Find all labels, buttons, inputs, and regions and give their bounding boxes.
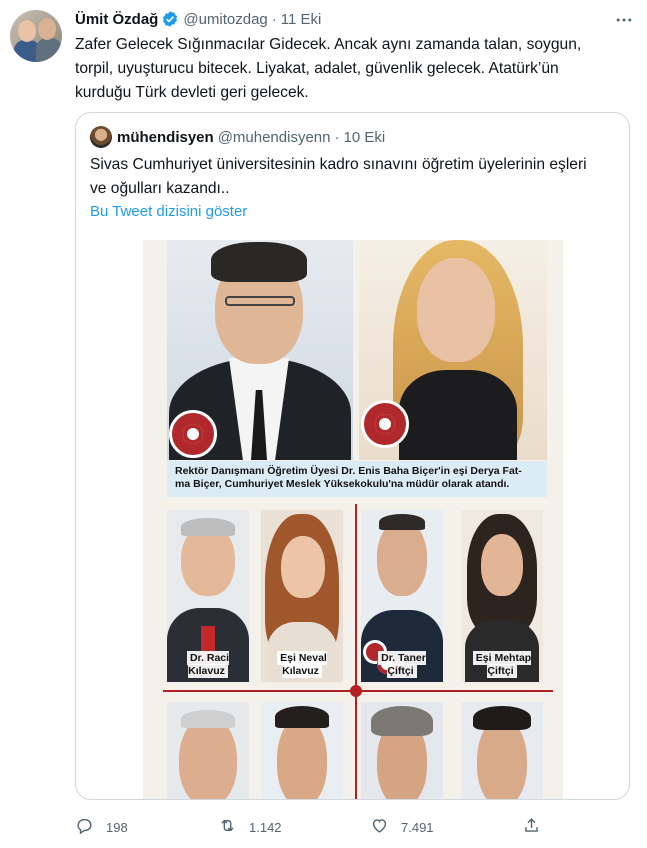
tweet-actions: 198 1.142 7.491 — [75, 812, 555, 842]
show-thread-link[interactable]: Bu Tweet dizisini göster — [90, 203, 247, 220]
portrait-photo — [361, 702, 443, 799]
like-count: 7.491 — [401, 819, 434, 835]
reply-button[interactable]: 198 — [75, 816, 128, 838]
portrait-photo — [461, 702, 543, 799]
retweet-icon — [218, 816, 237, 838]
portrait-photo: Eşi Mehtap Çiftçi — [461, 510, 543, 682]
quoted-separator-dot: · — [334, 128, 340, 146]
share-icon — [522, 816, 541, 838]
quoted-tweet-header: mühendisyen @muhendisyenn · 10 Eki — [90, 125, 385, 149]
image-caption: Rektör Danışmanı Öğretim Üyesi Dr. Enis … — [167, 461, 547, 497]
quoted-tweet-date: 10 Eki — [343, 128, 386, 146]
portrait-label: Dr. Raci Kılavuz — [186, 651, 230, 678]
share-button[interactable] — [522, 816, 541, 838]
author-name[interactable]: Ümit Özdağ — [75, 11, 158, 28]
verified-badge-icon — [161, 10, 179, 28]
portrait-label: Eşi Mehtap Çiftçi — [461, 651, 543, 678]
like-icon — [370, 816, 389, 838]
quoted-tweet[interactable]: mühendisyen @muhendisyenn · 10 Eki Sivas… — [75, 112, 630, 800]
more-icon[interactable] — [611, 10, 637, 30]
portrait-label: Dr. Taner Çiftçi — [361, 651, 443, 678]
author-avatar[interactable] — [10, 10, 62, 62]
retweet-count: 1.142 — [249, 819, 282, 835]
quoted-tweet-image[interactable]: Rektör Danışmanı Öğretim Üyesi Dr. Enis … — [143, 240, 563, 799]
author-handle[interactable]: @umitozdag — [183, 11, 267, 28]
tweet-text: Zafer Gelecek Sığınmacılar Gidecek. Anca… — [75, 36, 582, 101]
tweet-date[interactable]: 11 Eki — [281, 11, 322, 28]
portrait-photo: Eşi Neval Kılavuz — [261, 510, 343, 682]
portrait-photo — [359, 240, 547, 460]
reply-count: 198 — [106, 819, 128, 835]
quoted-author-avatar — [90, 126, 112, 148]
portrait-photo: Dr. Taner Çiftçi — [361, 510, 443, 682]
quoted-author-handle: @muhendisyenn — [217, 128, 331, 146]
portrait-photo — [167, 702, 249, 799]
divider-line — [355, 504, 357, 799]
reply-icon — [75, 816, 94, 838]
like-button[interactable]: 7.491 — [370, 816, 434, 838]
quoted-tweet-text: Sivas Cumhuriyet üniversitesinin kadro s… — [90, 156, 587, 197]
portrait-label: Eşi Neval Kılavuz — [261, 651, 343, 678]
tweet-header: Ümit Özdağ @umitozdag · 11 Eki — [75, 8, 607, 30]
portrait-photo — [261, 702, 343, 799]
portrait-photo: Dr. Raci Kılavuz — [167, 510, 249, 682]
quoted-author-name: mühendisyen — [117, 128, 214, 146]
divider-dot — [350, 685, 362, 697]
separator-dot: · — [271, 10, 277, 28]
portrait-photo — [167, 240, 353, 460]
retweet-button[interactable]: 1.142 — [218, 816, 282, 838]
